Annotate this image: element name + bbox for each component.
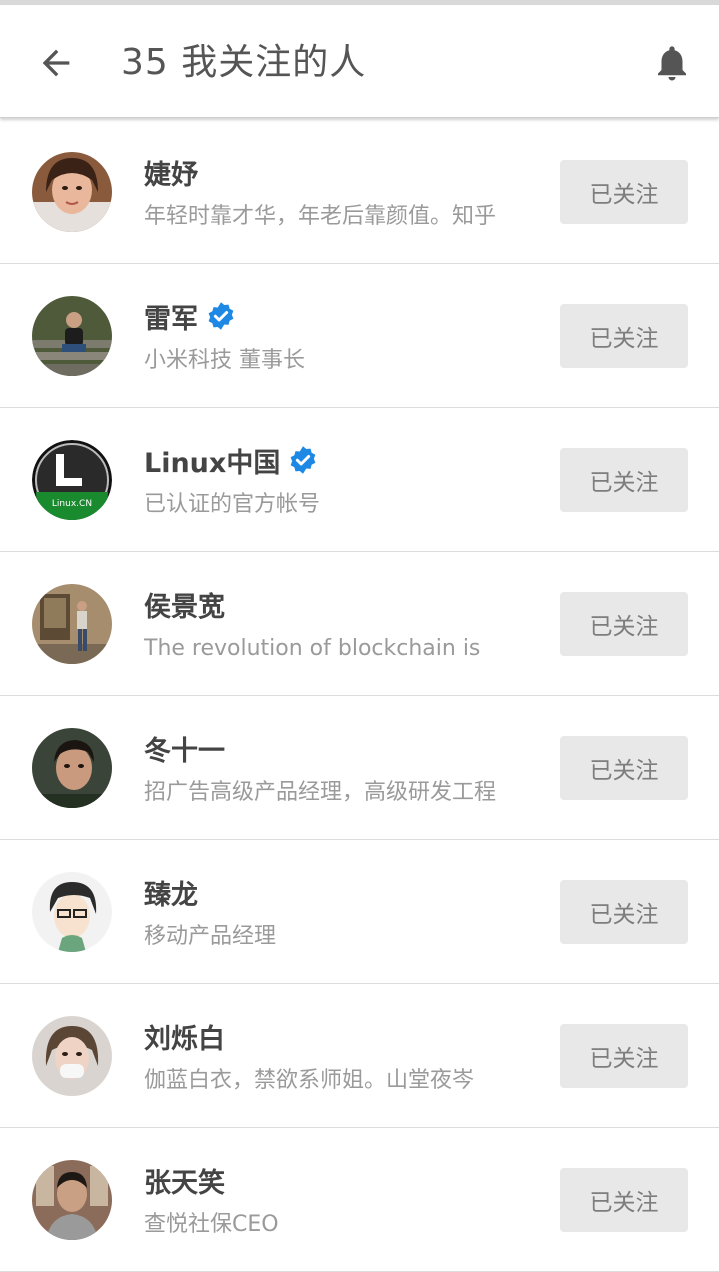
avatar[interactable] bbox=[32, 1160, 112, 1240]
user-name: 刘烁白 bbox=[144, 1023, 225, 1055]
name-line: 臻龙 bbox=[144, 872, 198, 912]
avatar[interactable] bbox=[32, 872, 112, 952]
user-name: 张天笑 bbox=[144, 1167, 225, 1199]
avatar[interactable] bbox=[32, 584, 112, 664]
user-name: 冬十一 bbox=[144, 735, 225, 767]
name-line: Linux中国 bbox=[144, 440, 318, 480]
list-item[interactable]: 婕妤 年轻时靠才华，年老后靠颜值。知乎 已关注 bbox=[0, 120, 719, 264]
avatar[interactable] bbox=[32, 1016, 112, 1096]
user-name: 婕妤 bbox=[144, 159, 198, 191]
arrow-left-icon bbox=[42, 49, 70, 77]
avatar-logo-text: Linux.CN bbox=[52, 499, 92, 509]
bell-icon bbox=[658, 46, 686, 81]
user-name: 侯景宽 bbox=[144, 591, 225, 623]
back-button[interactable] bbox=[30, 37, 82, 89]
verified-badge-icon bbox=[206, 301, 236, 331]
name-line: 刘烁白 bbox=[144, 1016, 225, 1056]
user-bio: 已认证的官方帐号 bbox=[144, 492, 321, 517]
following-list: 婕妤 年轻时靠才华，年老后靠颜值。知乎 已关注 雷军 小米科技 董事长 已关注 … bbox=[0, 120, 719, 1272]
user-name: 雷军 bbox=[144, 303, 198, 335]
user-bio: 伽蓝白衣，禁欲系师姐。山堂夜岑 bbox=[144, 1068, 475, 1093]
name-line: 婕妤 bbox=[144, 152, 198, 192]
following-button[interactable]: 已关注 bbox=[560, 736, 688, 800]
avatar[interactable] bbox=[32, 728, 112, 808]
following-button[interactable]: 已关注 bbox=[560, 1024, 688, 1088]
name-line: 雷军 bbox=[144, 296, 236, 336]
user-bio: 移动产品经理 bbox=[144, 924, 277, 949]
following-button[interactable]: 已关注 bbox=[560, 448, 688, 512]
page-title: 35 我关注的人 bbox=[121, 42, 367, 83]
app-bar: 35 我关注的人 bbox=[0, 5, 719, 118]
user-bio: The revolution of blockchain is bbox=[144, 636, 481, 661]
avatar[interactable] bbox=[32, 296, 112, 376]
verified-badge-icon bbox=[288, 445, 318, 475]
user-bio: 年轻时靠才华，年老后靠颜值。知乎 bbox=[144, 204, 497, 229]
list-item[interactable]: 张天笑 查悦社保CEO 已关注 bbox=[0, 1128, 719, 1272]
list-item[interactable]: 雷军 小米科技 董事长 已关注 bbox=[0, 264, 719, 408]
name-line: 侯景宽 bbox=[144, 584, 225, 624]
user-bio: 查悦社保CEO bbox=[144, 1212, 279, 1237]
user-name: 臻龙 bbox=[144, 879, 198, 911]
following-button[interactable]: 已关注 bbox=[560, 592, 688, 656]
notifications-button[interactable] bbox=[648, 37, 696, 89]
following-button[interactable]: 已关注 bbox=[560, 880, 688, 944]
list-item[interactable]: 冬十一 招广告高级产品经理，高级研发工程 已关注 bbox=[0, 696, 719, 840]
list-item[interactable]: 刘烁白 伽蓝白衣，禁欲系师姐。山堂夜岑 已关注 bbox=[0, 984, 719, 1128]
user-name: Linux中国 bbox=[144, 447, 281, 479]
user-bio: 招广告高级产品经理，高级研发工程 bbox=[144, 780, 497, 805]
list-item[interactable]: Linux.CN Linux中国 已认证的官方帐号 已关注 bbox=[0, 408, 719, 552]
following-button[interactable]: 已关注 bbox=[560, 304, 688, 368]
list-item[interactable]: 侯景宽 The revolution of blockchain is 已关注 bbox=[0, 552, 719, 696]
avatar[interactable]: Linux.CN bbox=[32, 440, 112, 520]
name-line: 冬十一 bbox=[144, 728, 225, 768]
following-button[interactable]: 已关注 bbox=[560, 1168, 688, 1232]
avatar[interactable] bbox=[32, 152, 112, 232]
name-line: 张天笑 bbox=[144, 1160, 225, 1200]
list-item[interactable]: 臻龙 移动产品经理 已关注 bbox=[0, 840, 719, 984]
user-bio: 小米科技 董事长 bbox=[144, 348, 305, 373]
following-button[interactable]: 已关注 bbox=[560, 160, 688, 224]
